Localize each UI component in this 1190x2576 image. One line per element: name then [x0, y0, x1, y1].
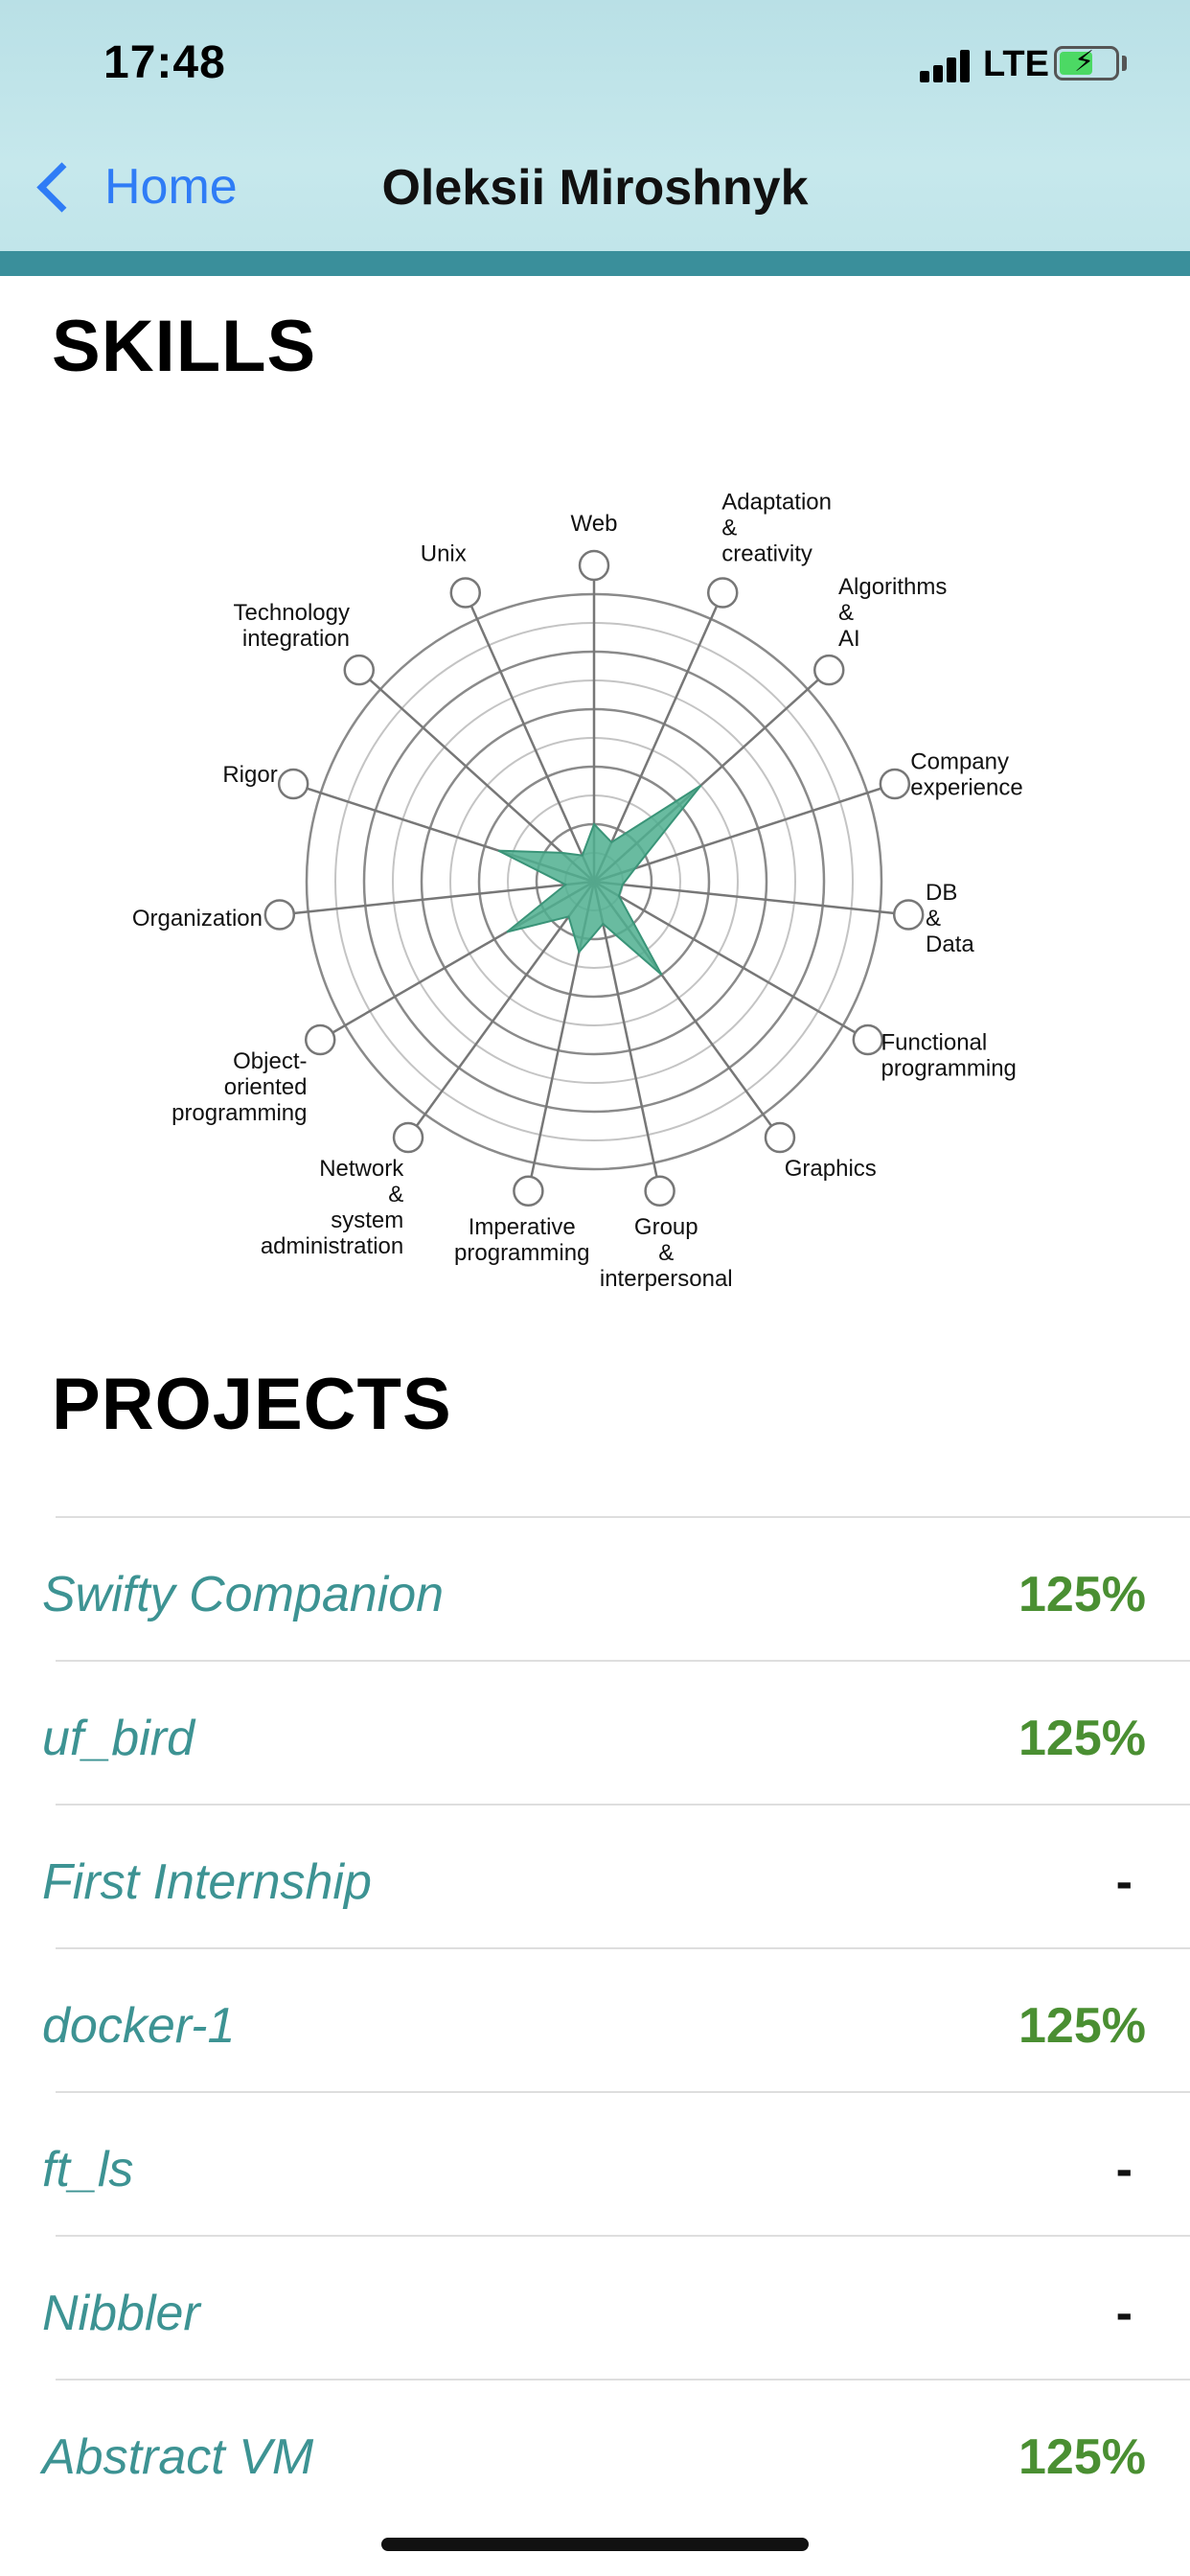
project-score: 125% — [1018, 1998, 1146, 2054]
radar-axis-label: Object-oriented programming — [172, 1048, 307, 1126]
header-pattern — [0, 251, 1190, 276]
radar-axis-marker — [392, 1121, 424, 1154]
projects-title: PROJECTS — [52, 1364, 452, 1445]
radar-axis-label: Unix — [421, 540, 467, 566]
project-name: uf_bird — [42, 1711, 195, 1766]
project-row[interactable]: docker-1 125% — [0, 1947, 1190, 2091]
radar-data-area — [497, 784, 702, 976]
project-name: Nibbler — [42, 2286, 200, 2341]
project-row[interactable]: ft_ls - — [0, 2091, 1190, 2235]
skills-radar-chart: Web Adaptation & creativity Algorithms & AI Com… — [0, 450, 1190, 1313]
radar-axis-label: Adaptation & creativity — [721, 489, 832, 566]
radar-axis-label: Company experience — [910, 749, 1022, 801]
project-score: 125% — [1018, 1567, 1146, 1622]
project-name: Abstract VM — [42, 2429, 314, 2485]
project-row[interactable]: Nibbler - — [0, 2235, 1190, 2379]
radar-svg: Web Adaptation & creativityAlgorithms & AI Com… — [132, 489, 1023, 1292]
battery-charging-icon: ⚡ — [1054, 46, 1119, 80]
radar-axis-marker — [578, 549, 610, 582]
radar-axis-marker — [513, 1175, 544, 1208]
row-separator — [56, 1516, 1190, 1518]
radar-axis-label: Rigor — [222, 762, 277, 788]
project-score: 125% — [1018, 1711, 1146, 1766]
row-separator — [56, 2091, 1190, 2093]
cellular-signal-icon — [920, 48, 977, 82]
project-list[interactable]: Swifty Companion 125% uf_bird 125% First… — [0, 1449, 1190, 2522]
row-separator — [56, 1947, 1190, 1949]
project-score: - — [1115, 2286, 1133, 2341]
project-score: - — [1115, 2142, 1133, 2197]
radar-axis-marker — [852, 1024, 884, 1056]
radar-axis-label: Functional programming — [881, 1030, 1017, 1082]
radar-axis-marker — [277, 768, 309, 800]
project-score: 125% — [1018, 2429, 1146, 2485]
radar-axis-label: Network & system administration — [261, 1156, 404, 1259]
status-time: 17:48 — [103, 37, 226, 88]
radar-axis-marker — [879, 768, 911, 800]
radar-axis-label: Technology integration — [234, 600, 350, 652]
radar-axis-marker — [892, 899, 925, 931]
radar-axis — [357, 669, 595, 883]
radar-axis-marker — [764, 1121, 796, 1154]
page-title: Oleksii Miroshnyk — [381, 160, 809, 216]
project-row[interactable]: Swifty Companion 125% — [0, 1516, 1190, 1660]
radar-axis-label: Web — [571, 511, 618, 537]
navigation-header: 17:48 LTE ⚡ Home Oleksii Miroshnyk — [0, 0, 1190, 276]
radar-axis — [464, 592, 596, 883]
skills-title: SKILLS — [52, 306, 317, 387]
radar-axis-marker — [812, 654, 845, 686]
radar-axis-label: Graphics — [785, 1156, 877, 1182]
radar-axis-label: DB & Data — [926, 880, 974, 957]
radar-axis-marker — [706, 577, 739, 609]
project-row[interactable]: uf_bird 125% — [0, 1660, 1190, 1804]
home-indicator[interactable] — [381, 2538, 809, 2551]
radar-axis-marker — [449, 577, 482, 609]
radar-axis-marker — [343, 654, 376, 686]
radar-axis-marker — [263, 899, 296, 931]
row-separator — [56, 2379, 1190, 2380]
row-separator — [56, 1804, 1190, 1806]
project-name: docker-1 — [42, 1998, 236, 2054]
network-type: LTE — [983, 44, 1049, 84]
project-name: ft_ls — [42, 2142, 134, 2197]
battery-cap — [1122, 56, 1127, 71]
radar-axis-label: Organization — [132, 906, 263, 932]
project-name: Swifty Companion — [42, 1567, 445, 1622]
radar-axis-marker — [304, 1024, 336, 1056]
project-name: First Internship — [42, 1854, 372, 1910]
row-separator — [56, 1660, 1190, 1662]
radar-axis-label: Imperative programming — [454, 1214, 589, 1266]
radar-axis-marker — [644, 1175, 675, 1208]
radar-axis-label: Group & interpersonal — [600, 1214, 733, 1292]
project-row[interactable]: Abstract VM 125% — [0, 2379, 1190, 2522]
project-row[interactable]: First Internship - — [0, 1804, 1190, 1947]
project-score: - — [1115, 1854, 1133, 1910]
row-separator — [56, 2235, 1190, 2237]
radar-axis-label: Algorithms & AI — [838, 574, 947, 652]
